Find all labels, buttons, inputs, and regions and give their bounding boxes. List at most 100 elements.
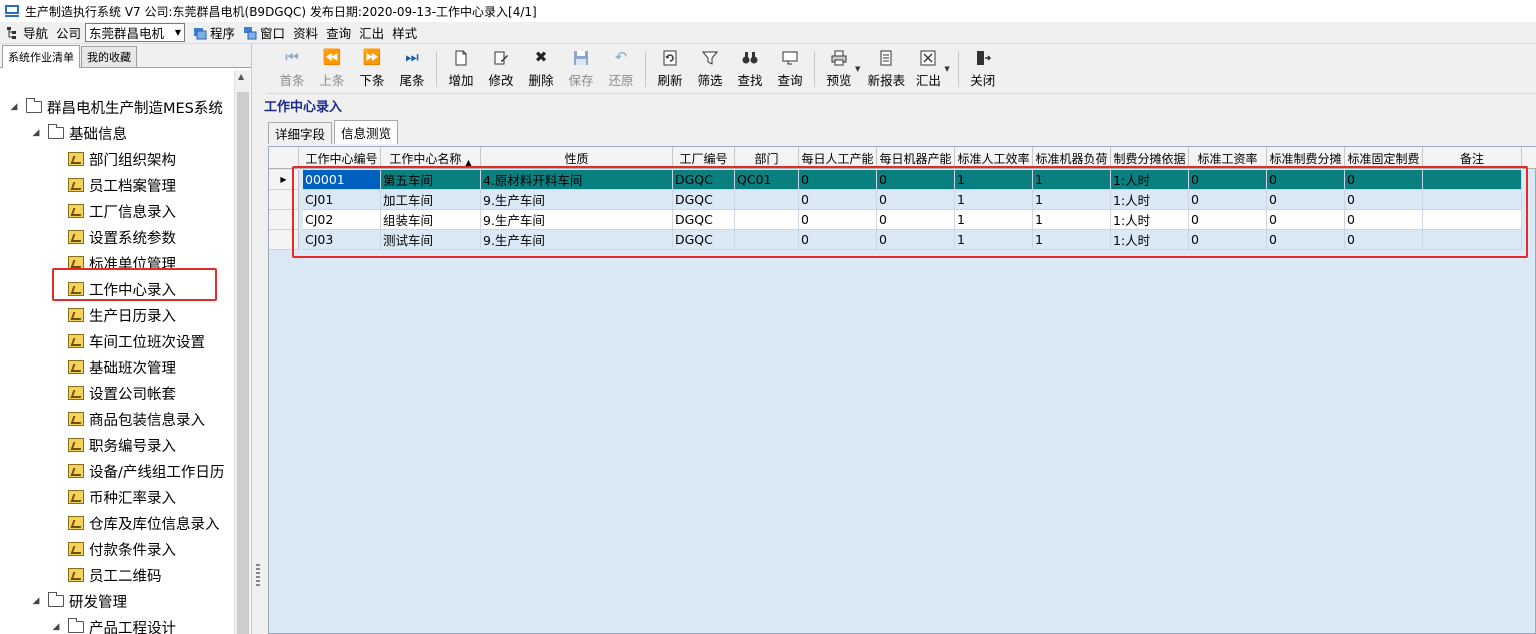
tree-product-design[interactable]: ◢ 产品工程设计 (50, 614, 176, 634)
save-button[interactable]: 保存 (561, 46, 601, 92)
menu-data[interactable]: 资料 (289, 23, 322, 43)
table-cell[interactable]: DGQC (673, 230, 735, 250)
new-report-button[interactable]: 新报表 (864, 46, 908, 92)
table-cell[interactable]: 0 (1267, 170, 1345, 190)
company-select[interactable]: 东莞群昌电机 ▼ (85, 23, 186, 42)
refresh-button[interactable]: 刷新 (650, 46, 690, 92)
table-cell[interactable] (735, 210, 799, 230)
table-cell[interactable]: 00001 (303, 170, 381, 190)
table-cell[interactable]: DGQC (673, 170, 735, 190)
menu-program[interactable]: 程序 (189, 23, 239, 43)
table-cell[interactable]: 0 (1189, 190, 1267, 210)
table-cell[interactable]: 0 (877, 230, 955, 250)
table-cell[interactable] (735, 190, 799, 210)
tree-item[interactable]: 设置系统参数 (68, 224, 176, 250)
tree-item[interactable]: 付款条件录入 (68, 536, 176, 562)
column-header[interactable]: 工作中心编号 (303, 147, 381, 169)
table-cell[interactable]: 0 (1267, 230, 1345, 250)
close-button[interactable]: 关闭 (963, 46, 1003, 92)
table-cell[interactable] (1423, 210, 1522, 230)
tree-item[interactable]: 基础班次管理 (68, 354, 176, 380)
prev-record-button[interactable]: ⏪ 上条 (312, 46, 352, 92)
menu-query[interactable]: 查询 (322, 23, 355, 43)
table-cell[interactable]: CJ03 (303, 230, 381, 250)
last-record-button[interactable]: ⏭ 尾条 (392, 46, 432, 92)
table-cell[interactable]: DGQC (673, 190, 735, 210)
table-cell[interactable]: CJ01 (303, 190, 381, 210)
query-button[interactable]: 查询 (770, 46, 810, 92)
table-cell[interactable]: 0 (799, 210, 877, 230)
tree-item[interactable]: 币种汇率录入 (68, 484, 176, 510)
table-cell[interactable]: 1 (955, 210, 1033, 230)
table-cell[interactable]: 0 (877, 170, 955, 190)
table-cell[interactable]: 1 (955, 230, 1033, 250)
table-row[interactable]: CJ02 组装车间 9.生产车间 DGQC 0 0 1 1 1:人时 0 0 0 (269, 210, 1536, 230)
table-cell[interactable]: 1:人时 (1111, 230, 1189, 250)
expanded-arrow-icon[interactable]: ◢ (50, 622, 62, 632)
tab-system-list[interactable]: 系统作业清单 (2, 45, 80, 68)
menu-style[interactable]: 样式 (388, 23, 421, 43)
row-indicator[interactable] (269, 210, 299, 230)
tree-item[interactable]: 设置公司帐套 (68, 380, 176, 406)
export-dropdown-icon[interactable]: ▼ (944, 65, 949, 73)
tree-item[interactable]: 车间工位班次设置 (68, 328, 205, 354)
table-cell[interactable]: 1 (1033, 210, 1111, 230)
table-row[interactable]: ▶ 00001 第五车间 4.原材料开料车间 DGQC QC01 0 0 1 1 1:人时 0 0 0 (269, 170, 1536, 190)
table-cell[interactable]: 0 (799, 170, 877, 190)
table-cell[interactable]: 1:人时 (1111, 190, 1189, 210)
column-header[interactable]: 部门 (735, 147, 799, 169)
tree-rd[interactable]: ◢ 研发管理 (30, 588, 127, 614)
table-cell[interactable]: 0 (1345, 210, 1423, 230)
table-cell[interactable]: 9.生产车间 (481, 230, 673, 250)
preview-dropdown-icon[interactable]: ▼ (855, 65, 860, 73)
row-indicator[interactable] (269, 230, 299, 250)
table-cell[interactable] (1423, 230, 1522, 250)
table-cell[interactable]: 1 (955, 190, 1033, 210)
table-cell[interactable]: 0 (1189, 170, 1267, 190)
table-cell[interactable]: 0 (799, 230, 877, 250)
table-cell[interactable]: 0 (1345, 190, 1423, 210)
tree-scrollbar[interactable]: ▲ (234, 70, 250, 634)
column-header[interactable]: 性质 (481, 147, 673, 169)
table-cell[interactable]: DGQC (673, 210, 735, 230)
table-cell[interactable]: 0 (1189, 210, 1267, 230)
tree-item[interactable]: 员工二维码 (68, 562, 162, 588)
table-cell[interactable]: CJ02 (303, 210, 381, 230)
column-header[interactable]: 制费分摊依据 (1111, 147, 1189, 169)
row-indicator[interactable]: ▶ (269, 170, 299, 190)
tree-basic-info[interactable]: ◢ 基础信息 (30, 120, 127, 146)
tree-item[interactable]: 标准单位管理 (68, 250, 176, 276)
table-cell[interactable]: 1 (1033, 190, 1111, 210)
table-cell[interactable] (1423, 170, 1522, 190)
table-cell[interactable]: 9.生产车间 (481, 210, 673, 230)
table-cell[interactable]: 1:人时 (1111, 210, 1189, 230)
table-cell[interactable]: 1 (1033, 170, 1111, 190)
table-cell[interactable]: 0 (1189, 230, 1267, 250)
menu-nav[interactable]: 导航 (2, 23, 52, 43)
tree-item[interactable]: 仓库及库位信息录入 (68, 510, 220, 536)
tree-item[interactable]: 职务编号录入 (68, 432, 176, 458)
edit-button[interactable]: 修改 (481, 46, 521, 92)
column-header[interactable]: 每日人工产能 (799, 147, 877, 169)
restore-button[interactable]: ↶ 还原 (601, 46, 641, 92)
table-row[interactable]: CJ01 加工车间 9.生产车间 DGQC 0 0 1 1 1:人时 0 0 0 (269, 190, 1536, 210)
filter-button[interactable]: 筛选 (690, 46, 730, 92)
table-cell[interactable]: 组装车间 (381, 210, 481, 230)
table-cell[interactable] (1423, 190, 1522, 210)
column-header[interactable]: 标准工资率 (1189, 147, 1267, 169)
table-cell[interactable] (735, 230, 799, 250)
find-button[interactable]: 查找 (730, 46, 770, 92)
next-record-button[interactable]: ⏩ 下条 (352, 46, 392, 92)
table-row[interactable]: CJ03 测试车间 9.生产车间 DGQC 0 0 1 1 1:人时 0 0 0 (269, 230, 1536, 250)
column-header[interactable]: 标准固定制费 (1345, 147, 1423, 169)
table-cell[interactable]: 1 (1033, 230, 1111, 250)
menu-export[interactable]: 汇出 (355, 23, 388, 43)
column-header[interactable]: 标准人工效率 (955, 147, 1033, 169)
export-button[interactable]: 汇出 (908, 46, 948, 92)
row-indicator[interactable] (269, 190, 299, 210)
first-record-button[interactable]: ⏮ 首条 (272, 46, 312, 92)
scroll-up-icon[interactable]: ▲ (238, 72, 244, 81)
table-cell[interactable]: 0 (1267, 190, 1345, 210)
preview-button[interactable]: 预览 (819, 46, 859, 92)
add-button[interactable]: 增加 (441, 46, 481, 92)
